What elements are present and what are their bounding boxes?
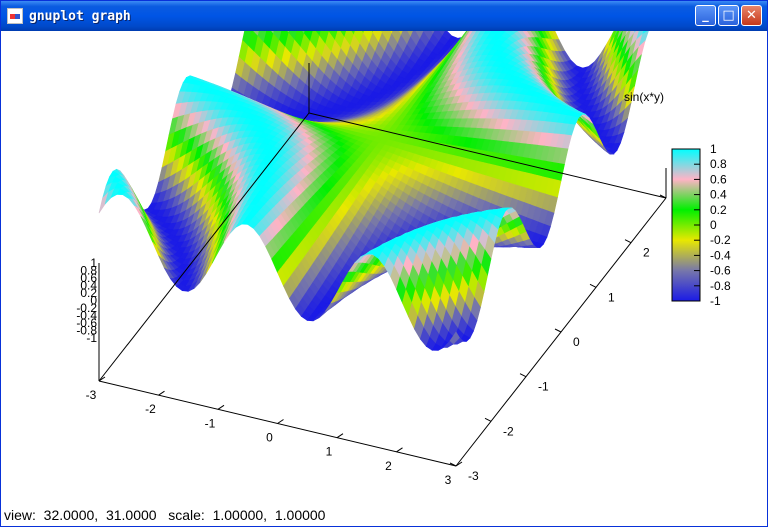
surface-plot: -3-2-10123-3-2-1012310.80.60.40.20-0.2-0… [76,0,731,487]
colorbox-tick-label: 0.4 [710,188,727,202]
y-tick-mark [554,328,562,333]
y-tick-label: 1 [608,290,615,304]
colorbox-tick-label: -0.6 [710,264,731,278]
y-tick-mark [519,373,527,378]
surface-mesh [98,0,667,351]
gnuplot-window: gnuplot graph _ □ ✕ -3 -2 -1 0 1 2 3 -3 -2- [0,0,768,527]
colorbox-tick-label: 0.8 [710,157,727,171]
title-bar[interactable]: gnuplot graph _ □ ✕ [1,1,767,31]
maximize-button[interactable]: □ [718,5,739,26]
app-icon[interactable] [7,8,23,24]
x-tick-mark [336,433,344,439]
y-tick-mark [484,417,492,422]
x-tick-label: 0 [266,431,273,445]
minimize-icon: _ [702,8,709,23]
x-tick-label: -1 [205,416,216,430]
colorbox-tick-label: -0.2 [710,233,731,247]
y-tick-label: 0 [573,335,580,349]
x-tick-label: -3 [86,388,97,402]
x-tick-mark [158,390,165,396]
minimize-button[interactable]: _ [695,5,716,26]
colorbox-tick-label: 1 [710,142,717,156]
maximize-icon: □ [722,8,735,23]
colorbox-tick-label: 0 [710,218,717,232]
y-tick-label: 2 [643,246,650,260]
z-tick-label: -1 [86,331,97,345]
y-tick-label: -3 [468,469,479,483]
x-tick-label: -2 [145,402,156,416]
window-title: gnuplot graph [29,8,131,24]
close-icon: ✕ [746,8,757,23]
close-button[interactable]: ✕ [741,5,762,26]
status-bar: view: 32.0000, 31.0000 scale: 1.00000, 1… [4,507,326,523]
y-tick-mark [589,283,597,288]
x-tick-mark [217,404,225,410]
x-tick-label: 2 [385,459,392,473]
x-tick-label: 1 [326,445,333,459]
x-tick-mark [277,419,284,424]
y-tick-label: -1 [538,380,549,394]
x-tick-mark [396,447,403,453]
y-tick-label: -2 [503,424,514,438]
x-tick-label: 3 [445,473,452,487]
y-tick-mark [624,239,632,244]
function-label: sin(x*y) [624,90,664,104]
colorbox: 10.80.6 0.40.20-0.2-0.4 -0.6-0.8-1 [671,142,731,308]
colorbox-tick-label: -0.8 [710,279,731,293]
colorbox-tick-label: 0.2 [710,203,727,217]
colorbox-tick-label: 0.6 [710,172,727,186]
colorbox-tick-label: -1 [710,294,721,308]
colorbox-tick-label: -0.4 [710,248,731,262]
plot-canvas[interactable]: -3-2-10123-3-2-1012310.80.60.40.20-0.2-0… [4,0,764,521]
